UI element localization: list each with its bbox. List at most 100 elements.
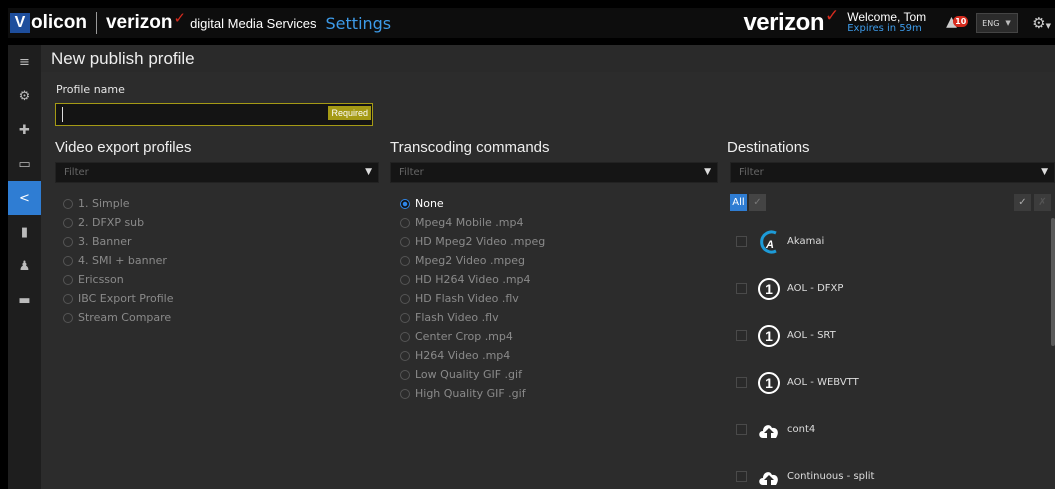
transcoding-option[interactable]: Mpeg4 Mobile .mp4 bbox=[400, 213, 545, 232]
radio-button[interactable] bbox=[63, 312, 73, 323]
transcoding-option[interactable]: HD Mpeg2 Video .mpeg bbox=[400, 232, 545, 251]
destination-item[interactable]: cont4 bbox=[736, 406, 874, 453]
destination-item[interactable]: A Akamai bbox=[736, 218, 874, 265]
option-label: 2. DFXP sub bbox=[78, 216, 145, 229]
profile-name-label: Profile name bbox=[56, 83, 125, 96]
destination-item[interactable]: 1 AOL - DFXP bbox=[736, 265, 874, 312]
destination-checkbox[interactable] bbox=[736, 330, 747, 341]
sidebar-item-users[interactable]: ♟ bbox=[8, 249, 41, 283]
option-label: High Quality GIF .gif bbox=[415, 387, 526, 400]
transcoding-option[interactable]: High Quality GIF .gif bbox=[400, 384, 545, 403]
transcoding-option[interactable]: Flash Video .flv bbox=[400, 308, 545, 327]
radio-button[interactable] bbox=[63, 236, 73, 247]
transcoding-option[interactable]: Low Quality GIF .gif bbox=[400, 365, 545, 384]
volicon-logo[interactable]: V olicon bbox=[8, 8, 87, 38]
option-label: Mpeg4 Mobile .mp4 bbox=[415, 216, 524, 229]
destination-item[interactable]: 1 AOL - SRT bbox=[736, 312, 874, 359]
transcoding-option[interactable]: H264 Video .mp4 bbox=[400, 346, 545, 365]
menu-toggle-button[interactable]: ≡ bbox=[8, 45, 41, 79]
destination-checkbox[interactable] bbox=[736, 236, 747, 247]
sidebar-item-licenses[interactable]: ▬ bbox=[8, 283, 41, 317]
verizon-logo-small: verizon bbox=[105, 12, 173, 33]
sidebar-item-clipboard[interactable]: ▮ bbox=[8, 215, 41, 249]
destination-checkbox[interactable] bbox=[736, 471, 747, 482]
language-value: ENG bbox=[982, 18, 1000, 28]
all-button[interactable]: All bbox=[730, 194, 747, 211]
video-export-filter[interactable]: Filter ▼ bbox=[55, 162, 379, 183]
transcoding-option[interactable]: HD Flash Video .flv bbox=[400, 289, 545, 308]
radio-button[interactable] bbox=[400, 293, 410, 304]
transcoding-option[interactable]: None bbox=[400, 194, 545, 213]
destination-checkbox[interactable] bbox=[736, 424, 747, 435]
filter-placeholder: Filter bbox=[64, 167, 89, 178]
profile-name-input[interactable]: Required bbox=[55, 103, 373, 126]
destination-label: AOL - SRT bbox=[787, 330, 836, 341]
destination-item[interactable]: 1 AOL - WEBVTT bbox=[736, 359, 874, 406]
video-export-option[interactable]: Stream Compare bbox=[63, 308, 173, 327]
radio-button[interactable] bbox=[400, 217, 410, 228]
verizon-logo: verizon bbox=[743, 9, 824, 36]
chevron-down-icon: ▼ bbox=[1005, 19, 1011, 27]
sidebar-item-channels[interactable]: ▭ bbox=[8, 147, 41, 181]
logo-text: olicon bbox=[31, 12, 87, 33]
video-export-option[interactable]: 1. Simple bbox=[63, 194, 173, 213]
video-export-option[interactable]: 2. DFXP sub bbox=[63, 213, 173, 232]
option-label: None bbox=[415, 197, 444, 210]
option-label: Mpeg2 Video .mpeg bbox=[415, 254, 525, 267]
scrollbar[interactable] bbox=[1051, 218, 1055, 346]
transcoding-filter[interactable]: Filter ▼ bbox=[390, 162, 718, 183]
aol-icon: 1 bbox=[757, 277, 781, 301]
notifications-button[interactable]: ▲ 10 bbox=[946, 13, 969, 33]
destinations-filter[interactable]: Filter ▼ bbox=[730, 162, 1055, 183]
radio-button[interactable] bbox=[400, 369, 410, 380]
language-select[interactable]: ENG ▼ bbox=[976, 13, 1019, 33]
aol-icon: 1 bbox=[757, 371, 781, 395]
transcoding-option[interactable]: HD H264 Video .mp4 bbox=[400, 270, 545, 289]
clipboard-icon: ▮ bbox=[20, 224, 29, 240]
destination-checkbox[interactable] bbox=[736, 283, 747, 294]
cloud-upload-icon bbox=[757, 418, 781, 442]
destination-label: cont4 bbox=[787, 424, 816, 435]
video-export-option[interactable]: 4. SMI + banner bbox=[63, 251, 173, 270]
svg-text:A: A bbox=[765, 239, 774, 251]
radio-button[interactable] bbox=[400, 312, 410, 323]
option-label: 3. Banner bbox=[78, 235, 132, 248]
sidebar-item-plugins[interactable]: ✚ bbox=[8, 113, 41, 147]
option-label: HD Flash Video .flv bbox=[415, 292, 519, 305]
aol-icon: 1 bbox=[757, 324, 781, 348]
page-header: New publish profile bbox=[41, 45, 1055, 72]
radio-button[interactable] bbox=[400, 236, 410, 247]
deselect-all-icon[interactable]: ✗ bbox=[1034, 194, 1051, 211]
radio-button[interactable] bbox=[63, 255, 73, 266]
settings-menu-button[interactable]: ⚙▼ bbox=[1032, 14, 1051, 32]
radio-button[interactable] bbox=[63, 274, 73, 285]
radio-button[interactable] bbox=[400, 350, 410, 361]
video-export-title: Video export profiles bbox=[55, 139, 192, 156]
radio-button[interactable] bbox=[400, 255, 410, 266]
radio-button[interactable] bbox=[400, 331, 410, 342]
video-export-option[interactable]: IBC Export Profile bbox=[63, 289, 173, 308]
radio-button[interactable] bbox=[400, 198, 410, 209]
radio-button[interactable] bbox=[400, 274, 410, 285]
destination-label: AOL - WEBVTT bbox=[787, 377, 859, 388]
user-welcome[interactable]: Welcome, Tom Expires in 59m bbox=[847, 11, 926, 35]
radio-button[interactable] bbox=[400, 388, 410, 399]
checked-only-button[interactable]: ✓ bbox=[749, 194, 766, 211]
sidebar-item-settings[interactable]: ⚙ bbox=[8, 79, 41, 113]
gear-icon: ⚙ bbox=[1032, 14, 1046, 32]
radio-button[interactable] bbox=[63, 293, 73, 304]
select-all-icon[interactable]: ✓ bbox=[1014, 194, 1031, 211]
option-label: Center Crop .mp4 bbox=[415, 330, 513, 343]
transcoding-option[interactable]: Mpeg2 Video .mpeg bbox=[400, 251, 545, 270]
filter-placeholder: Filter bbox=[739, 167, 764, 178]
radio-button[interactable] bbox=[63, 198, 73, 209]
destination-checkbox[interactable] bbox=[736, 377, 747, 388]
video-export-option[interactable]: 3. Banner bbox=[63, 232, 173, 251]
transcoding-option[interactable]: Center Crop .mp4 bbox=[400, 327, 545, 346]
option-label: HD Mpeg2 Video .mpeg bbox=[415, 235, 546, 248]
destination-item[interactable]: Continuous - split bbox=[736, 453, 874, 489]
destinations-title: Destinations bbox=[727, 139, 810, 156]
sidebar-item-publish[interactable]: < bbox=[8, 181, 41, 215]
radio-button[interactable] bbox=[63, 217, 73, 228]
video-export-option[interactable]: Ericsson bbox=[63, 270, 173, 289]
